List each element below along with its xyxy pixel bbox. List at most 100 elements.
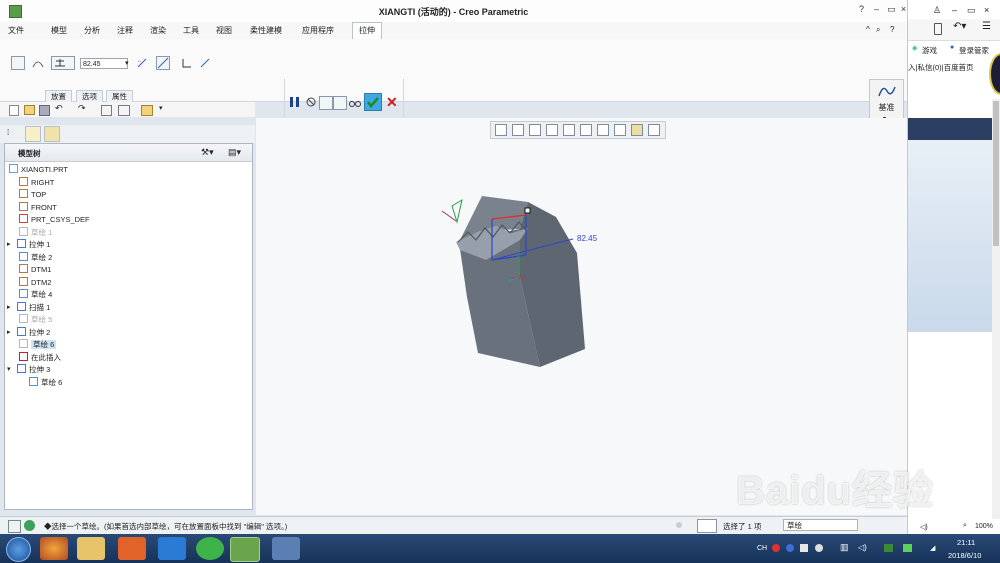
refit-icon[interactable] <box>495 124 507 136</box>
minimize-button[interactable]: – <box>952 5 957 15</box>
tree-item[interactable]: ▸ 拉伸 1 <box>7 239 50 251</box>
search-icon[interactable]: ⌕ <box>876 25 880 35</box>
saved-views-icon[interactable] <box>580 124 592 136</box>
tree-item[interactable]: 草绘 1 <box>19 226 52 239</box>
tab-options[interactable]: 选项 <box>76 90 103 102</box>
display-style-icon[interactable] <box>563 124 575 136</box>
graphics-area[interactable]: 82.45 <box>256 118 907 515</box>
menu-file[interactable]: 文件 <box>8 25 24 36</box>
annotation-display-icon[interactable] <box>648 124 660 136</box>
tab-placement[interactable]: 放置 <box>45 90 72 102</box>
regenerate-icon[interactable] <box>101 105 112 116</box>
minimize-ribbon-icon[interactable]: ^ <box>866 25 870 34</box>
tree-item[interactable]: 草绘 4 <box>19 289 52 301</box>
tray-flag-icon[interactable]: ◢ <box>930 544 935 552</box>
depth-option-icon[interactable] <box>51 56 75 70</box>
zoom-out-icon[interactable] <box>529 124 541 136</box>
maximize-button[interactable]: ▭ <box>886 4 897 15</box>
remove-material-icon[interactable] <box>156 56 170 70</box>
save-icon[interactable] <box>39 105 50 116</box>
shirt-icon[interactable]: ♙ <box>933 5 941 16</box>
zoom-icon[interactable]: ⌕ <box>963 522 967 530</box>
tree-item[interactable]: PRT_CSYS_DEF <box>19 214 90 226</box>
menu-flexible[interactable]: 柔性建模 <box>250 25 282 36</box>
tab-extrude[interactable]: 拉伸 <box>352 22 382 40</box>
smart-select-icon[interactable] <box>697 519 717 533</box>
surface-icon[interactable] <box>31 56 45 70</box>
expand-arrow-icon[interactable]: ▾ <box>7 364 11 376</box>
zoom-level[interactable]: 100% <box>975 523 993 530</box>
tree-item[interactable]: ▾ 拉伸 3 <box>7 364 50 376</box>
tree-item[interactable]: ▸ 扫描 1 <box>7 301 50 314</box>
repaint-icon[interactable] <box>546 124 558 136</box>
tray-icon[interactable] <box>903 544 912 552</box>
tray-icon[interactable] <box>786 544 794 552</box>
depth-input[interactable]: 82.45 <box>80 58 128 69</box>
tree-item[interactable]: 在此插入 <box>19 351 61 364</box>
menu-analysis[interactable]: 分析 <box>84 25 100 36</box>
game-link[interactable]: 游戏 <box>922 45 937 56</box>
close-window-icon[interactable] <box>141 105 153 116</box>
clock-date[interactable]: 2018/6/10 <box>948 551 981 560</box>
expand-arrow-icon[interactable]: ▸ <box>7 302 11 314</box>
selection-filter[interactable]: 草绘 <box>783 519 858 531</box>
tree-item[interactable]: 草绘 6 <box>29 376 62 389</box>
no-preview-icon[interactable] <box>305 96 319 110</box>
tree-item[interactable]: RIGHT <box>19 176 54 189</box>
undo-icon[interactable]: ↶▾ <box>953 21 966 32</box>
login-link[interactable]: 登录管家 <box>959 45 989 56</box>
menu-apps[interactable]: 应用程序 <box>302 25 334 36</box>
menu-view[interactable]: 视图 <box>216 25 232 36</box>
pause-icon[interactable] <box>290 97 299 107</box>
avatar[interactable] <box>989 53 1000 95</box>
model-tree-tab-icon[interactable]: ⁞ <box>7 128 17 139</box>
new-file-icon[interactable] <box>9 105 19 116</box>
phone-icon[interactable] <box>934 23 942 35</box>
tree-item[interactable]: XIANGTI.PRT <box>9 164 68 176</box>
windows-icon[interactable] <box>118 105 130 116</box>
tray-icon[interactable] <box>815 544 823 552</box>
tree-item[interactable]: ▸ 拉伸 2 <box>7 326 50 339</box>
menu-render[interactable]: 渲染 <box>150 25 166 36</box>
settings-icon[interactable]: ⚒▾ <box>201 147 214 158</box>
flip-direction-icon[interactable]: ↔ <box>135 56 149 70</box>
close-button[interactable]: × <box>984 5 989 15</box>
customize-dropdown-icon[interactable]: ▾ <box>159 104 163 112</box>
scrollbar-thumb[interactable] <box>993 101 999 246</box>
tray-volume-icon[interactable]: ◁) <box>858 543 867 552</box>
navigator-toggle-icon[interactable] <box>8 520 21 533</box>
tree-item[interactable]: TOP <box>19 189 46 201</box>
dimension-label[interactable]: 82.45 <box>577 234 598 243</box>
taskbar-media-player[interactable] <box>118 537 146 560</box>
tray-icon[interactable] <box>884 544 893 552</box>
solid-icon[interactable] <box>11 56 25 70</box>
menu-model[interactable]: 模型 <box>51 25 67 36</box>
favorites-tab-icon[interactable] <box>44 126 60 142</box>
undo-icon[interactable]: ↶ <box>55 103 63 114</box>
help-circle-icon[interactable]: ? <box>890 25 894 34</box>
speaker-icon[interactable]: ◁) <box>920 523 928 531</box>
tree-item[interactable]: FRONT <box>19 201 57 214</box>
redo-icon[interactable]: ↷ <box>78 103 86 114</box>
tree-item[interactable]: 草绘 5 <box>19 314 52 326</box>
tab-properties[interactable]: 属性 <box>106 90 133 102</box>
expand-arrow-icon[interactable]: ▸ <box>7 327 11 339</box>
browser-toggle-icon[interactable] <box>24 520 35 531</box>
restore-button[interactable]: ▭ <box>967 5 976 16</box>
taskbar-app-4[interactable] <box>158 537 186 560</box>
view-manager-icon[interactable] <box>597 124 609 136</box>
menu-tools[interactable]: 工具 <box>183 25 199 36</box>
folder-browser-tab-icon[interactable] <box>25 126 41 142</box>
glasses-icon[interactable] <box>348 96 362 110</box>
menu-icon[interactable]: ☰ <box>982 21 991 32</box>
tray-icon[interactable] <box>772 544 780 552</box>
help-icon[interactable]: ? <box>856 4 867 15</box>
open-folder-icon[interactable] <box>24 105 35 115</box>
taskbar-creo[interactable] <box>230 537 260 562</box>
menu-annotate[interactable]: 注释 <box>117 25 133 36</box>
start-button[interactable] <box>6 537 31 562</box>
minimize-button[interactable]: – <box>871 4 882 15</box>
expand-arrow-icon[interactable]: ▸ <box>7 239 11 251</box>
baidu-nav-links[interactable]: 入|私信(0)|百度首页 <box>908 62 974 73</box>
tree-item[interactable]: 草绘 2 <box>19 251 52 264</box>
